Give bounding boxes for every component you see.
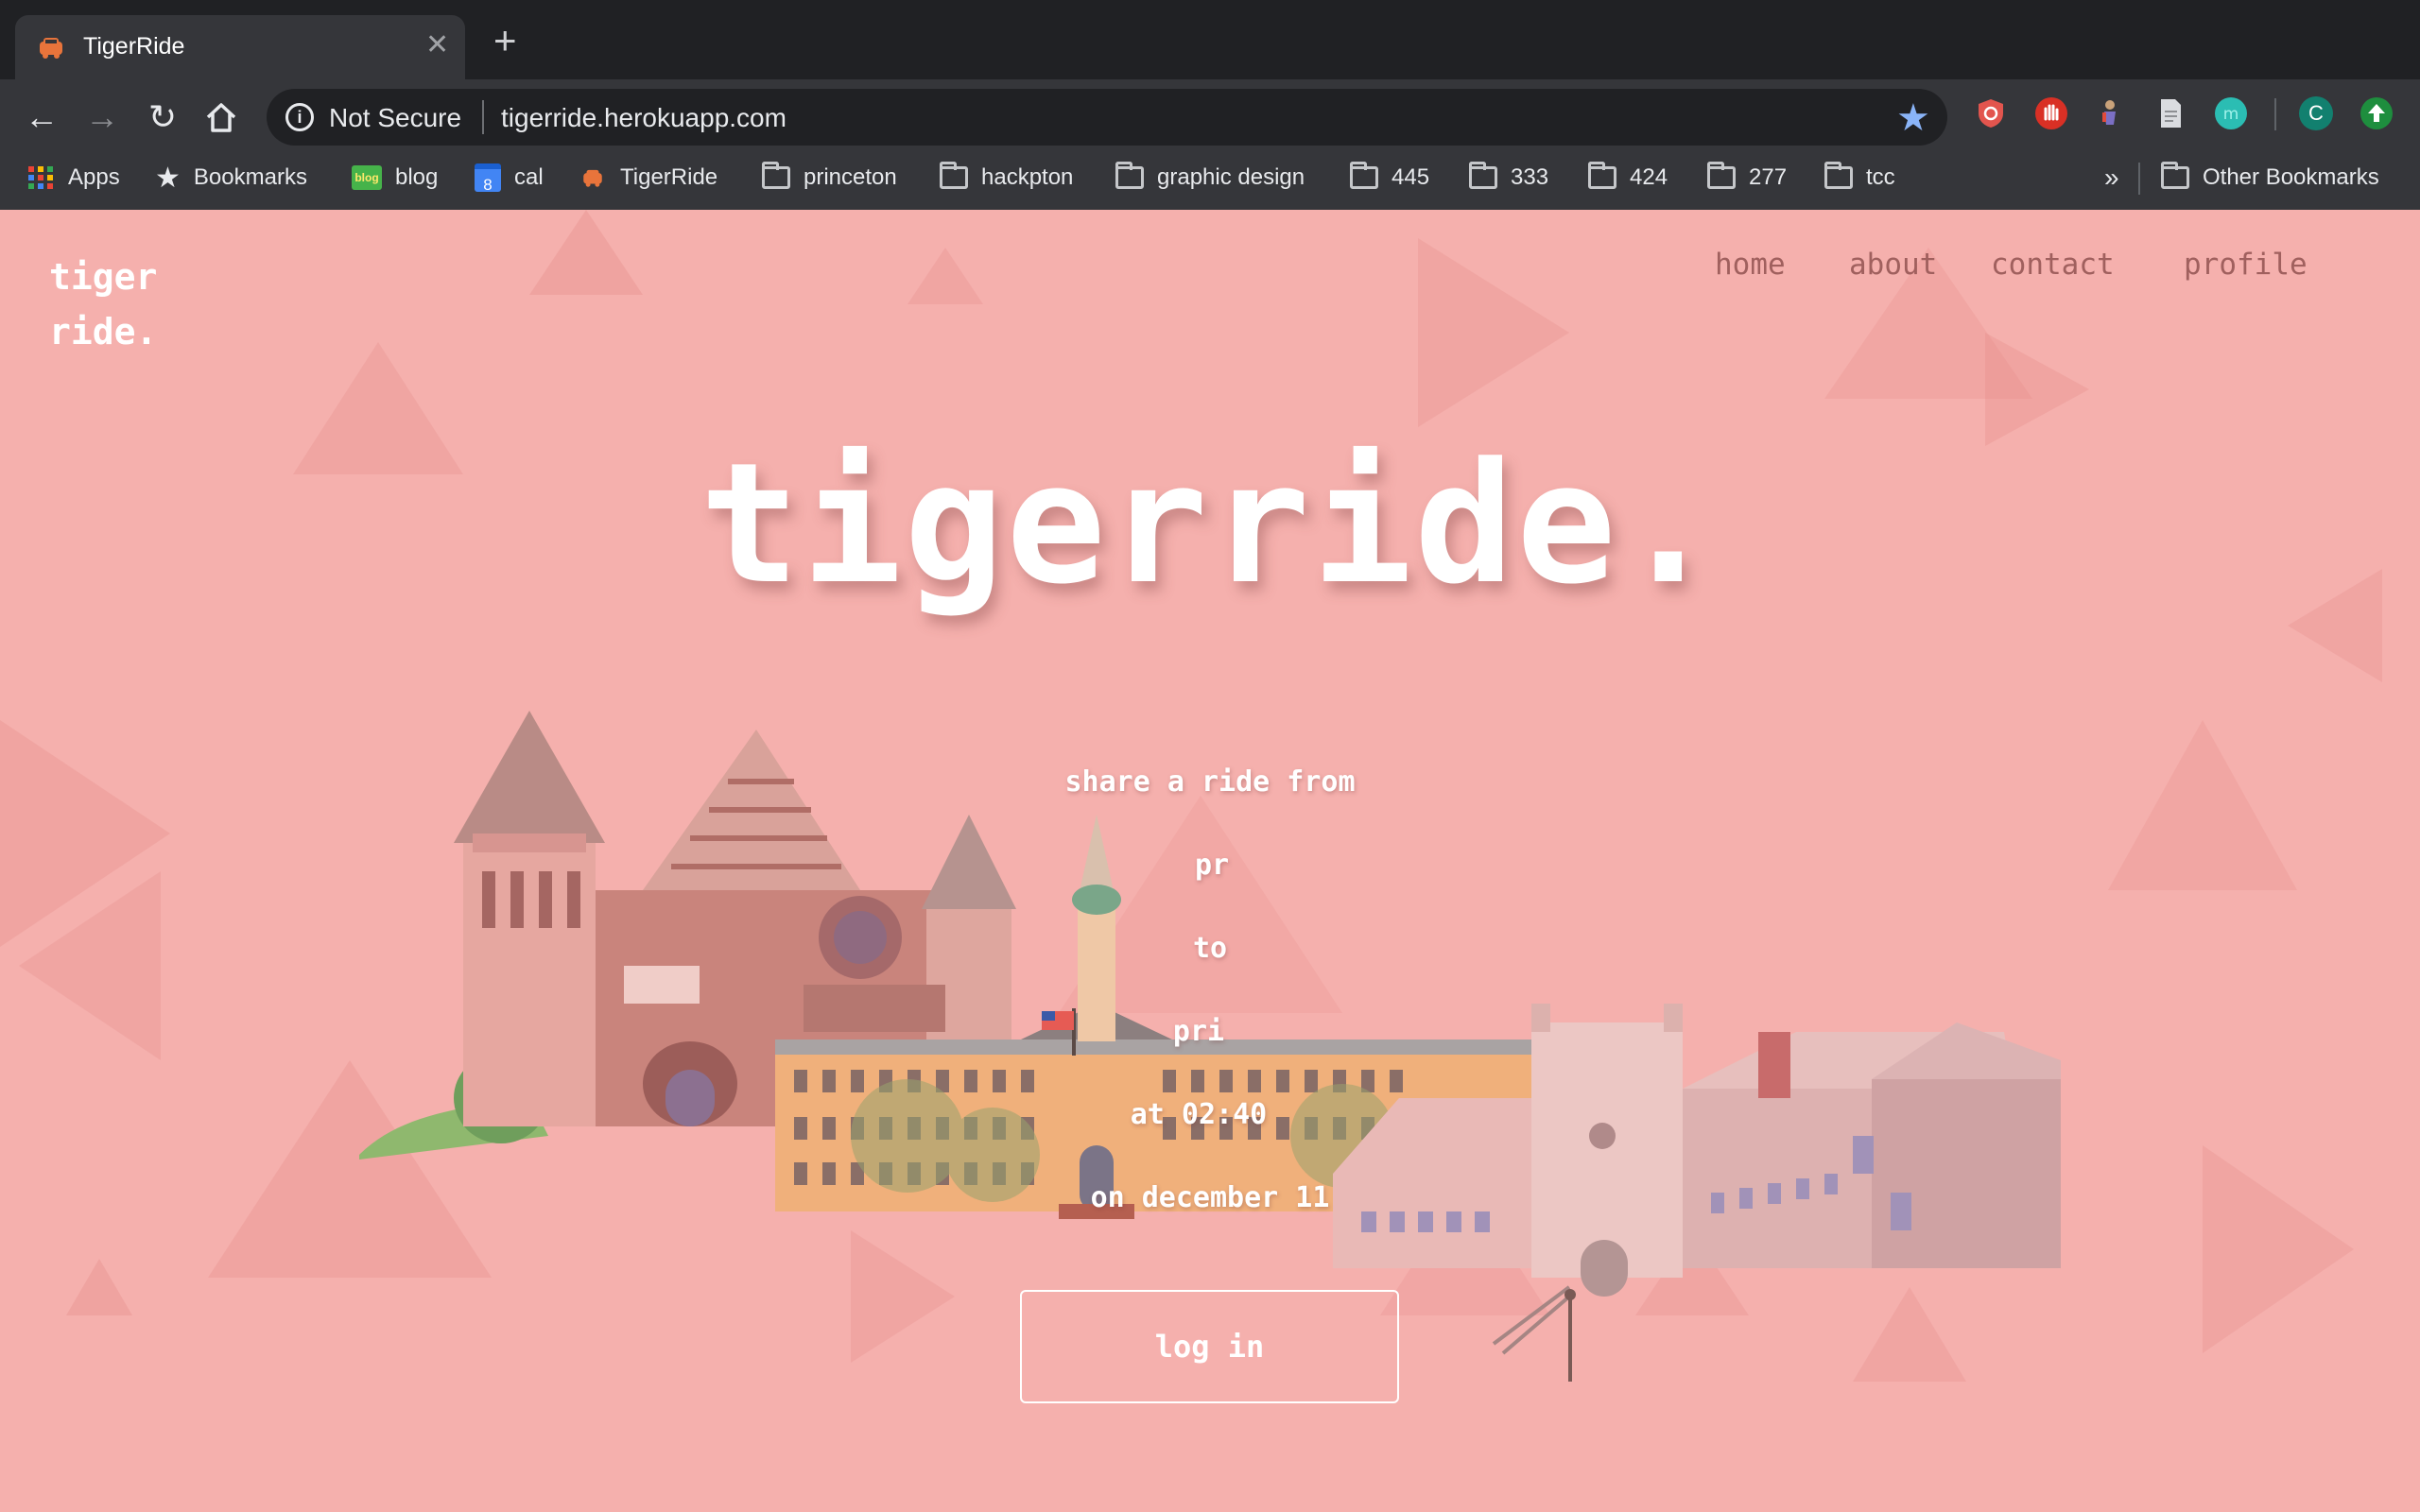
document-extension-icon[interactable] bbox=[2153, 96, 2187, 130]
svg-text:m: m bbox=[2223, 105, 2239, 124]
bookmark-label: 424 bbox=[1630, 164, 1668, 190]
bookmarks-separator bbox=[2138, 163, 2140, 195]
nav-home[interactable]: home bbox=[1715, 248, 1786, 282]
bookmark-label: Other Bookmarks bbox=[2203, 164, 2379, 190]
nav-about[interactable]: about bbox=[1849, 248, 1937, 282]
folder-icon bbox=[1588, 162, 1616, 189]
bookmark-label: princeton bbox=[804, 164, 897, 190]
bookmark-other-bookmarks[interactable]: Other Bookmarks bbox=[2161, 161, 2379, 195]
bookmarks-overflow-chevron[interactable]: » bbox=[2104, 161, 2119, 195]
m-extension-icon[interactable]: m bbox=[2214, 96, 2248, 130]
bookmark-folder-tcc[interactable]: tcc bbox=[1824, 161, 1895, 195]
figure-extension-icon[interactable] bbox=[2093, 96, 2127, 130]
new-tab-icon[interactable]: + bbox=[493, 21, 517, 60]
info-icon[interactable]: i bbox=[285, 103, 314, 131]
time-field[interactable]: at 02:40 bbox=[0, 1098, 2409, 1131]
tigerride-favicon bbox=[583, 169, 602, 187]
apps-grid-icon bbox=[28, 166, 53, 189]
hero-title: tigerride. bbox=[700, 427, 1720, 621]
share-ride-text: share a ride from bbox=[1064, 765, 1356, 799]
address-bar[interactable]: i Not Secure tigerride.herokuapp.com ★ bbox=[267, 89, 1947, 146]
forward-arrow-icon[interactable]: → bbox=[81, 96, 123, 138]
folder-icon bbox=[2161, 162, 2189, 189]
profile-avatar[interactable]: C bbox=[2299, 96, 2333, 130]
page-content: tiger ride. home about contact profile t… bbox=[0, 210, 2420, 1512]
folder-icon bbox=[1469, 162, 1497, 189]
nav-profile[interactable]: profile bbox=[2184, 248, 2308, 282]
folder-icon bbox=[1824, 162, 1853, 189]
omnibox-divider bbox=[482, 100, 484, 134]
security-label: Not Secure bbox=[329, 103, 462, 132]
bookmark-star-icon[interactable]: ★ bbox=[1896, 96, 1930, 140]
update-arrow-icon[interactable] bbox=[2360, 96, 2394, 130]
bookmark-folder-hackpton[interactable]: hackpton bbox=[940, 161, 1073, 195]
back-arrow-icon[interactable]: ← bbox=[21, 96, 62, 138]
destination-field[interactable]: pri bbox=[0, 1015, 2409, 1048]
bookmark-folder-graphic-design[interactable]: graphic design bbox=[1115, 161, 1305, 195]
origin-field[interactable]: pr bbox=[0, 849, 2420, 882]
bookmarks-bar: Apps ★ Bookmarks blog blog 8 cal TigerRi… bbox=[0, 151, 2420, 208]
blog-favicon: blog bbox=[352, 165, 382, 190]
logo-line-1: tiger bbox=[49, 256, 158, 298]
home-icon[interactable] bbox=[202, 100, 240, 134]
bookmark-tigerride[interactable]: TigerRide bbox=[579, 161, 717, 195]
bookmark-label: hackpton bbox=[981, 164, 1074, 190]
bookmark-folder-277[interactable]: 277 bbox=[1707, 161, 1787, 195]
url-text[interactable]: tigerride.herokuapp.com bbox=[501, 103, 786, 133]
browser-tab[interactable]: TigerRide ✕ bbox=[15, 15, 465, 79]
bookmark-label: tcc bbox=[1866, 164, 1895, 190]
bookmark-label: 333 bbox=[1511, 164, 1549, 190]
browser-toolbar: ← → ↻ i Not Secure tigerride.herokuapp.c… bbox=[0, 79, 2420, 223]
bookmark-label: graphic design bbox=[1157, 164, 1305, 190]
bookmark-folder-424[interactable]: 424 bbox=[1588, 161, 1668, 195]
bookmark-label: Apps bbox=[68, 164, 120, 190]
tab-title: TigerRide bbox=[83, 33, 185, 60]
bookmark-label: 445 bbox=[1392, 164, 1430, 190]
folder-icon bbox=[940, 162, 968, 189]
bookmark-label: 277 bbox=[1749, 164, 1788, 190]
bookmark-cal[interactable]: 8 cal bbox=[475, 161, 544, 195]
reload-icon[interactable]: ↻ bbox=[142, 96, 183, 138]
folder-icon bbox=[762, 162, 790, 189]
tigerride-favicon bbox=[40, 38, 62, 59]
bookmark-folder-445[interactable]: 445 bbox=[1350, 161, 1429, 195]
bookmark-blog[interactable]: blog blog bbox=[352, 161, 438, 195]
bookmark-label: cal bbox=[514, 164, 544, 190]
bookmark-folder-333[interactable]: 333 bbox=[1469, 161, 1548, 195]
star-icon: ★ bbox=[155, 162, 181, 194]
browser-tab-strip: TigerRide ✕ + bbox=[0, 0, 2420, 79]
adblock-shield-icon[interactable] bbox=[1974, 96, 2008, 130]
bookmark-folder-princeton[interactable]: princeton bbox=[762, 161, 897, 195]
bookmark-bookmarks[interactable]: ★ Bookmarks bbox=[155, 161, 307, 195]
nav-contact[interactable]: contact bbox=[1991, 248, 2115, 282]
logo-line-2: ride. bbox=[49, 311, 158, 352]
site-logo[interactable]: tiger ride. bbox=[49, 249, 157, 359]
bookmark-apps[interactable]: Apps bbox=[26, 161, 120, 195]
tab-close-icon[interactable]: ✕ bbox=[425, 28, 449, 61]
stop-hand-icon[interactable] bbox=[2034, 96, 2068, 130]
calendar-favicon: 8 bbox=[475, 163, 501, 194]
bookmark-label: TigerRide bbox=[620, 164, 718, 190]
date-field[interactable]: on december 11 bbox=[0, 1181, 2420, 1214]
folder-icon bbox=[1115, 162, 1144, 189]
to-label: to bbox=[1192, 932, 1228, 965]
folder-icon bbox=[1350, 162, 1378, 189]
folder-icon bbox=[1707, 162, 1736, 189]
bookmark-label: blog bbox=[395, 164, 439, 190]
bookmark-label: Bookmarks bbox=[193, 164, 307, 190]
login-button[interactable]: log in bbox=[1020, 1290, 1399, 1403]
toolbar-separator bbox=[2274, 98, 2276, 130]
